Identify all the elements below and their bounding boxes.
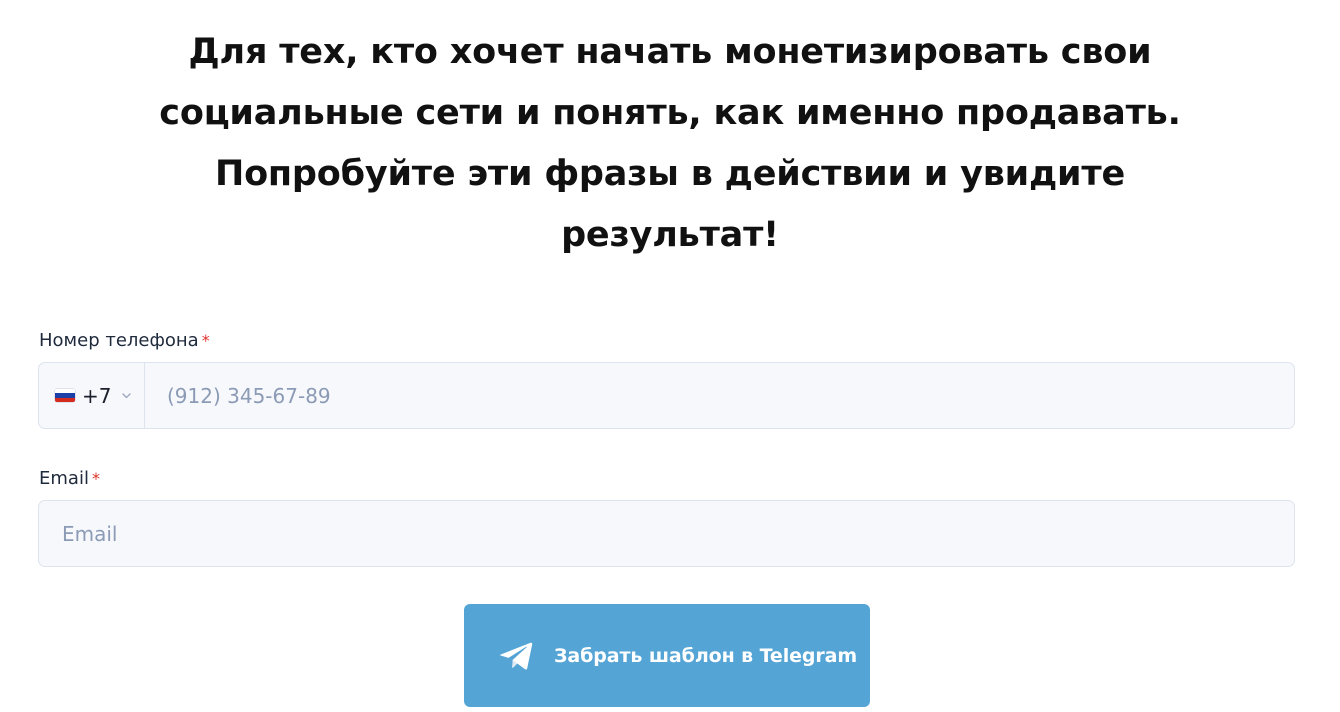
email-label-text: Email [39, 468, 89, 489]
headline: Для тех, кто хочет начать монетизировать… [120, 22, 1220, 266]
headline-line: результат! [561, 215, 779, 255]
required-asterisk: * [201, 331, 210, 350]
phone-label: Номер телефона * [39, 329, 210, 353]
chevron-down-icon [121, 391, 131, 401]
phone-field: +7 [38, 362, 1295, 429]
submit-button-label: Забрать шаблон в Telegram [554, 644, 858, 667]
email-label: Email * [39, 467, 100, 491]
headline-line: социальные сети и понять, как именно про… [159, 93, 1181, 133]
headline-line: Для тех, кто хочет начать монетизировать… [188, 32, 1152, 72]
phone-label-text: Номер телефона [39, 330, 199, 351]
russia-flag-icon [55, 389, 75, 402]
headline-line: Попробуйте эти фразы в действии и увидит… [214, 154, 1125, 194]
telegram-icon [499, 641, 533, 671]
submit-telegram-button[interactable]: Забрать шаблон в Telegram [464, 604, 870, 707]
country-code-select[interactable]: +7 [39, 363, 145, 428]
email-input[interactable] [39, 501, 1294, 566]
phone-input[interactable] [145, 363, 1294, 428]
dial-code: +7 [82, 383, 112, 408]
required-asterisk: * [91, 469, 100, 488]
email-field [38, 500, 1295, 567]
